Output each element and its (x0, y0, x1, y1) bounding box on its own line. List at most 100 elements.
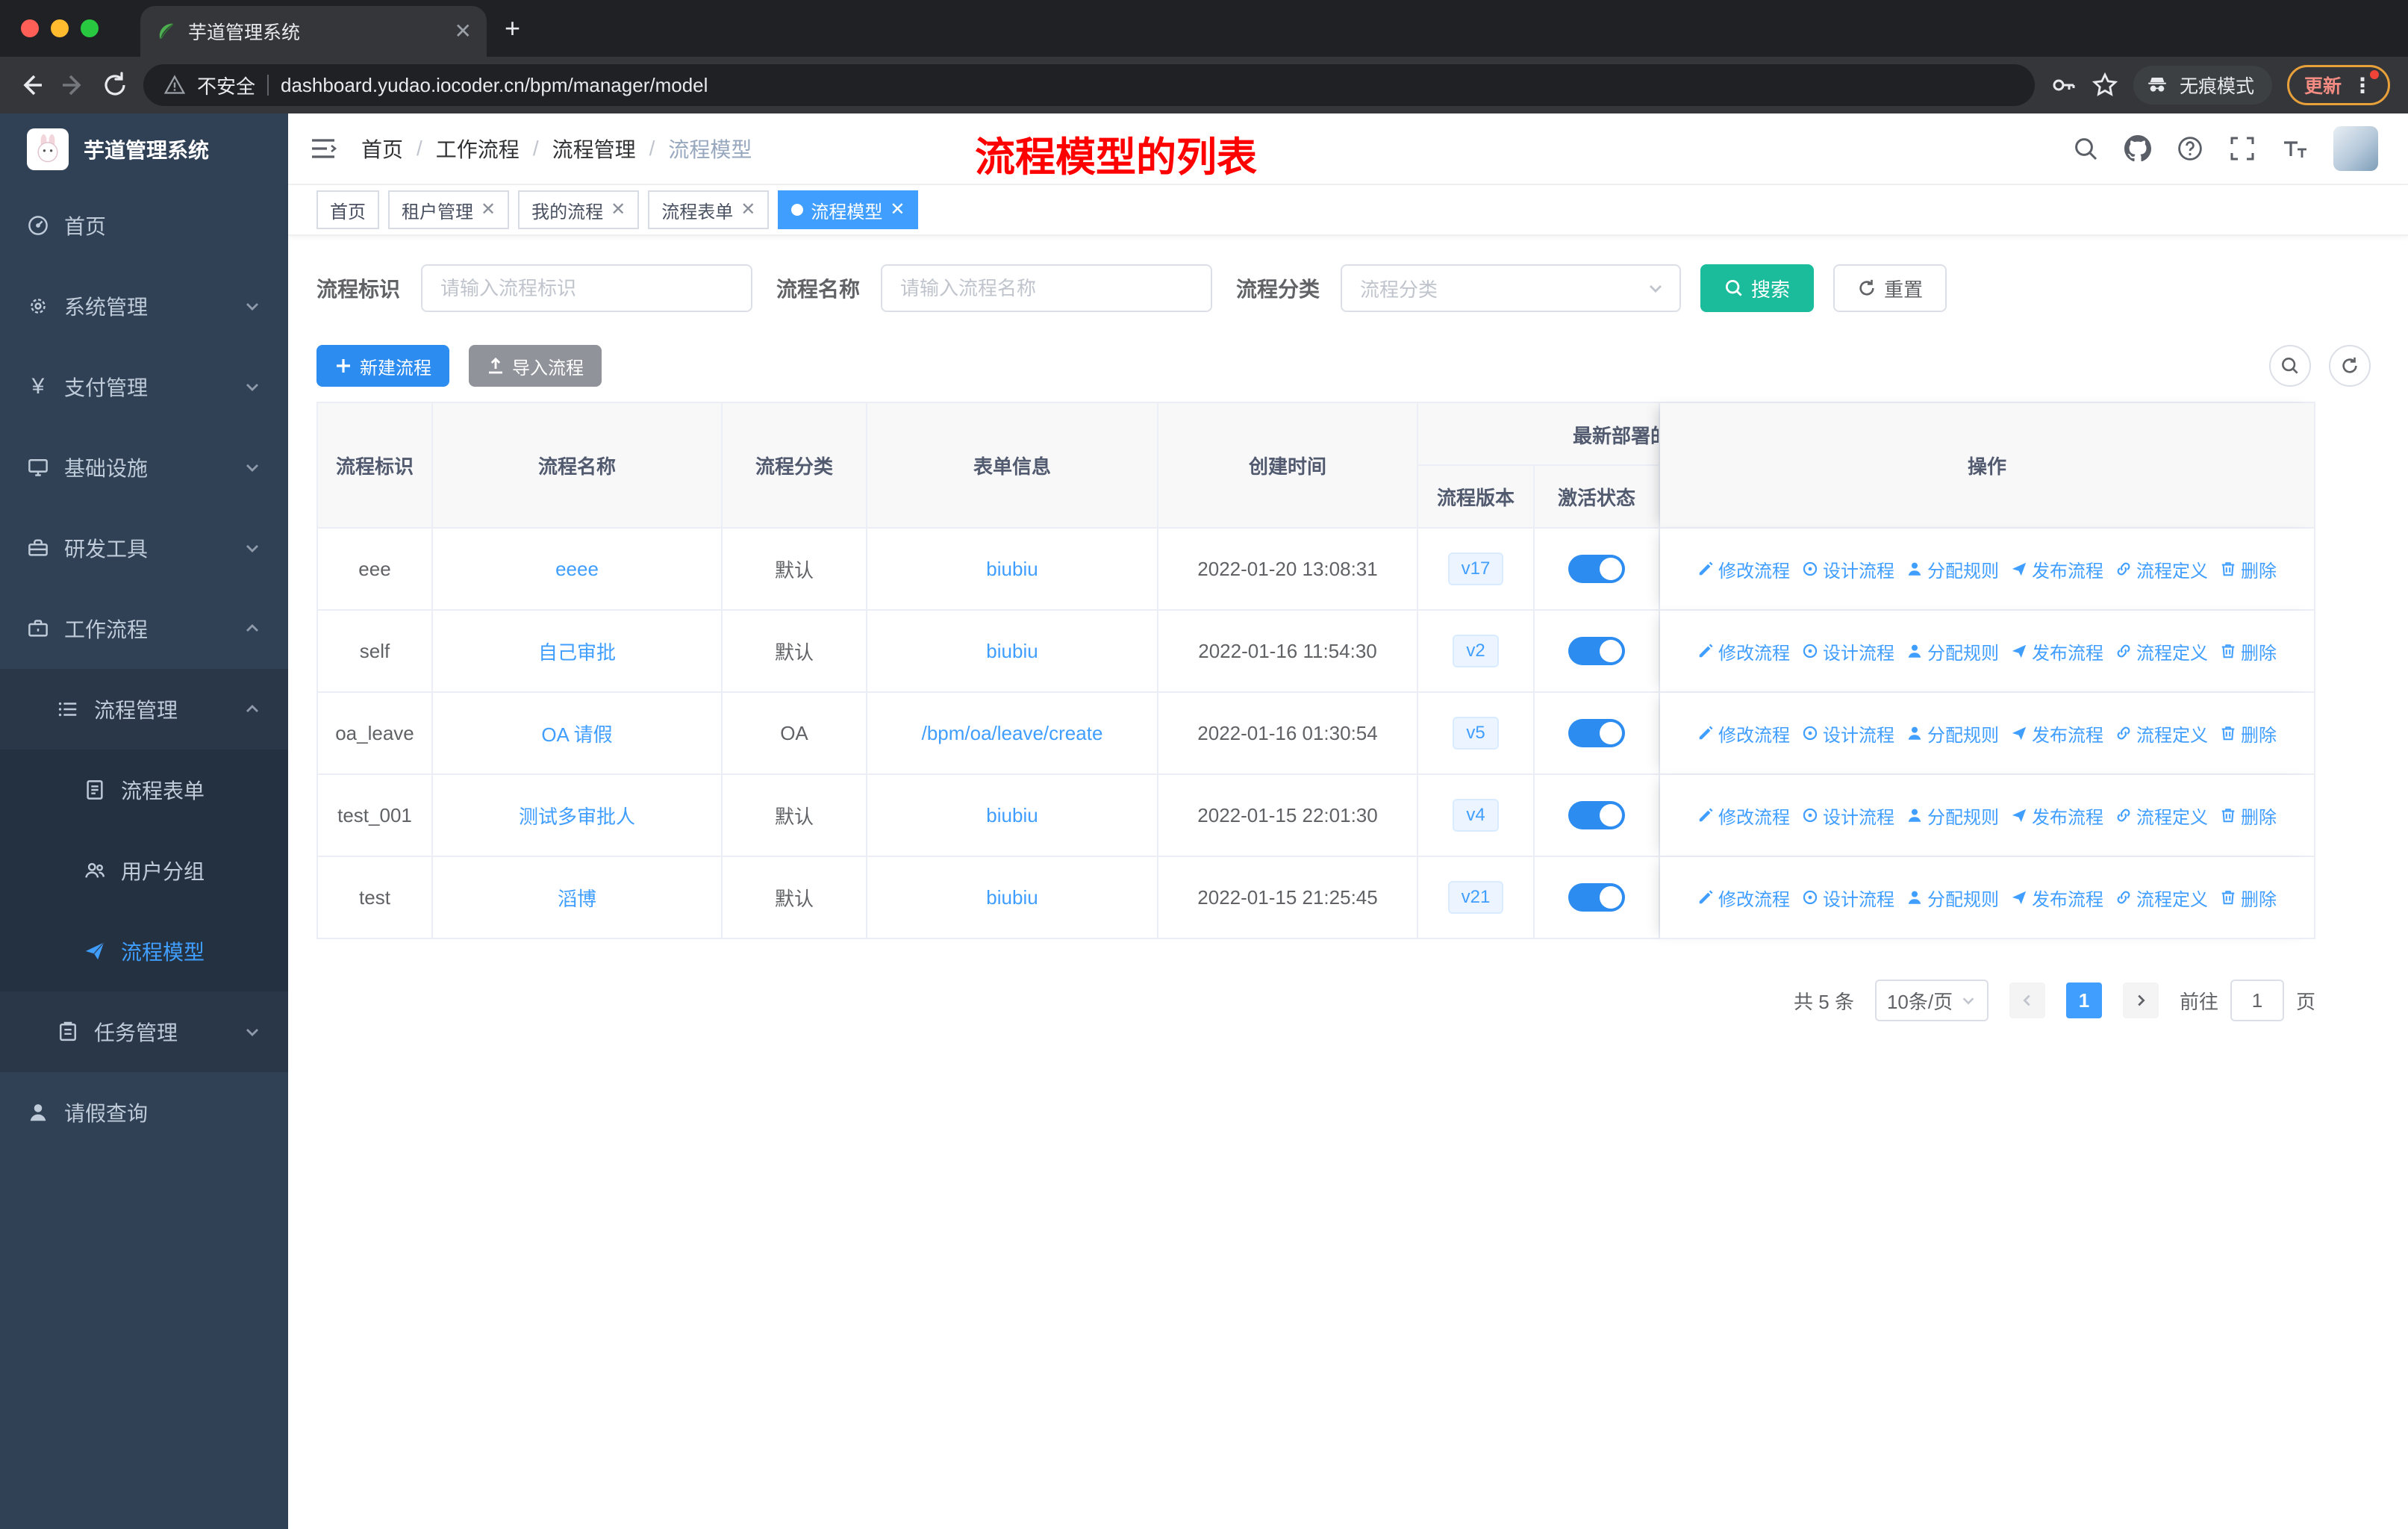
process-name-link[interactable]: 自己审批 (538, 638, 616, 665)
goto-page-input[interactable] (2230, 980, 2284, 1021)
assign-rule-link[interactable]: 分配规则 (1906, 638, 1999, 664)
tag-close-icon[interactable]: ✕ (481, 201, 496, 219)
version-badge[interactable]: v2 (1453, 635, 1499, 667)
sidebar-item-infrastructure[interactable]: 基础设施 (0, 427, 288, 508)
next-page-button[interactable] (2122, 983, 2159, 1018)
active-toggle[interactable] (1568, 555, 1625, 583)
reset-button[interactable]: 重置 (1833, 264, 1947, 312)
version-badge[interactable]: v17 (1447, 552, 1504, 585)
app-logo[interactable]: 芋道管理系统 (0, 113, 288, 185)
version-badge[interactable]: v5 (1453, 717, 1499, 750)
sidebar-item-process-management[interactable]: 流程管理 (0, 669, 288, 750)
active-toggle[interactable] (1568, 719, 1625, 747)
sidebar-item-task-management[interactable]: 任务管理 (0, 991, 288, 1072)
forward-icon[interactable] (60, 72, 87, 99)
assign-rule-link[interactable]: 分配规则 (1906, 803, 1999, 829)
tag-my-process[interactable]: 我的流程 ✕ (518, 190, 640, 229)
process-definition-link[interactable]: 流程定义 (2115, 885, 2208, 911)
process-name-input[interactable] (881, 264, 1213, 312)
browser-tab[interactable]: 芋道管理系统 ✕ (140, 6, 487, 57)
process-name-link[interactable]: eeee (555, 558, 599, 581)
tag-close-icon[interactable]: ✕ (740, 201, 755, 219)
new-tab-button[interactable]: + (487, 13, 538, 44)
font-size-icon[interactable] (2281, 135, 2308, 162)
delete-process-link[interactable]: 删除 (2220, 885, 2277, 911)
breadcrumb-item-workflow[interactable]: 工作流程 (436, 134, 520, 164)
search-button[interactable]: 搜索 (1700, 264, 1815, 312)
fullscreen-icon[interactable] (2229, 135, 2256, 162)
category-select[interactable]: 流程分类 (1341, 264, 1682, 312)
publish-process-link[interactable]: 发布流程 (2011, 885, 2103, 911)
close-window-button[interactable] (21, 19, 39, 37)
delete-process-link[interactable]: 删除 (2220, 556, 2277, 582)
github-icon[interactable] (2124, 135, 2151, 162)
process-definition-link[interactable]: 流程定义 (2115, 556, 2208, 582)
assign-rule-link[interactable]: 分配规则 (1906, 885, 1999, 911)
sidebar-item-leave-query[interactable]: 请假查询 (0, 1072, 288, 1153)
browser-update-button[interactable]: 更新 ⋮ (2286, 65, 2390, 105)
tab-close-icon[interactable]: ✕ (455, 21, 472, 42)
search-icon[interactable] (2072, 135, 2099, 162)
sidebar-item-workflow[interactable]: 工作流程 (0, 588, 288, 669)
process-definition-link[interactable]: 流程定义 (2115, 803, 2208, 829)
sidebar-item-system[interactable]: 系统管理 (0, 266, 288, 346)
form-info-link[interactable]: biubiu (986, 640, 1038, 663)
browser-menu-icon[interactable]: ⋮ (2352, 69, 2379, 98)
design-process-link[interactable]: 设计流程 (1802, 803, 1894, 829)
breadcrumb-item-home[interactable]: 首页 (361, 134, 403, 164)
process-name-link[interactable]: 滔博 (558, 884, 596, 912)
sidebar-item-user-group[interactable]: 用户分组 (0, 830, 288, 911)
edit-process-link[interactable]: 修改流程 (1697, 556, 1790, 582)
form-info-link[interactable]: /bpm/oa/leave/create (922, 722, 1103, 745)
publish-process-link[interactable]: 发布流程 (2011, 638, 2103, 664)
create-process-button[interactable]: 新建流程 (316, 345, 449, 387)
back-icon[interactable] (18, 72, 45, 99)
sidebar-item-payment[interactable]: ¥ 支付管理 (0, 346, 288, 427)
design-process-link[interactable]: 设计流程 (1802, 638, 1894, 664)
assign-rule-link[interactable]: 分配规则 (1906, 556, 1999, 582)
refresh-table-button[interactable] (2329, 345, 2371, 387)
password-key-icon[interactable] (2050, 72, 2077, 99)
process-key-input[interactable] (421, 264, 753, 312)
address-bar[interactable]: 不安全 dashboard.yudao.iocoder.cn/bpm/manag… (143, 64, 2035, 106)
tag-process-form[interactable]: 流程表单 ✕ (648, 190, 770, 229)
reload-icon[interactable] (102, 72, 128, 99)
edit-process-link[interactable]: 修改流程 (1697, 638, 1790, 664)
bookmark-star-icon[interactable] (2092, 72, 2118, 99)
sidebar-item-process-form[interactable]: 流程表单 (0, 750, 288, 830)
tag-tenant[interactable]: 租户管理 ✕ (388, 190, 510, 229)
form-info-link[interactable]: biubiu (986, 886, 1038, 909)
user-avatar[interactable] (2333, 126, 2378, 171)
edit-process-link[interactable]: 修改流程 (1697, 803, 1790, 829)
publish-process-link[interactable]: 发布流程 (2011, 803, 2103, 829)
sidebar-item-devtools[interactable]: 研发工具 (0, 508, 288, 588)
assign-rule-link[interactable]: 分配规则 (1906, 720, 1999, 747)
tag-home[interactable]: 首页 (316, 190, 379, 229)
process-definition-link[interactable]: 流程定义 (2115, 720, 2208, 747)
design-process-link[interactable]: 设计流程 (1802, 720, 1894, 747)
process-name-link[interactable]: OA 请假 (541, 720, 612, 747)
prev-page-button[interactable] (2009, 983, 2045, 1018)
delete-process-link[interactable]: 删除 (2220, 803, 2277, 829)
minimize-window-button[interactable] (51, 19, 69, 37)
page-size-select[interactable]: 10条/页 (1874, 980, 1989, 1021)
edit-process-link[interactable]: 修改流程 (1697, 885, 1790, 911)
sidebar-item-process-model[interactable]: 流程模型 (0, 911, 288, 991)
form-info-link[interactable]: biubiu (986, 558, 1038, 581)
version-badge[interactable]: v21 (1447, 881, 1504, 914)
zoom-window-button[interactable] (81, 19, 99, 37)
tag-close-icon[interactable]: ✕ (611, 201, 626, 219)
sidebar-item-home[interactable]: 首页 (0, 185, 288, 266)
version-badge[interactable]: v4 (1453, 799, 1499, 832)
active-toggle[interactable] (1568, 637, 1625, 665)
active-toggle[interactable] (1568, 801, 1625, 829)
design-process-link[interactable]: 设计流程 (1802, 556, 1894, 582)
process-definition-link[interactable]: 流程定义 (2115, 638, 2208, 664)
publish-process-link[interactable]: 发布流程 (2011, 556, 2103, 582)
publish-process-link[interactable]: 发布流程 (2011, 720, 2103, 747)
tag-close-icon[interactable]: ✕ (890, 201, 905, 219)
delete-process-link[interactable]: 删除 (2220, 720, 2277, 747)
edit-process-link[interactable]: 修改流程 (1697, 720, 1790, 747)
import-process-button[interactable]: 导入流程 (469, 345, 602, 387)
show-search-button[interactable] (2269, 345, 2311, 387)
